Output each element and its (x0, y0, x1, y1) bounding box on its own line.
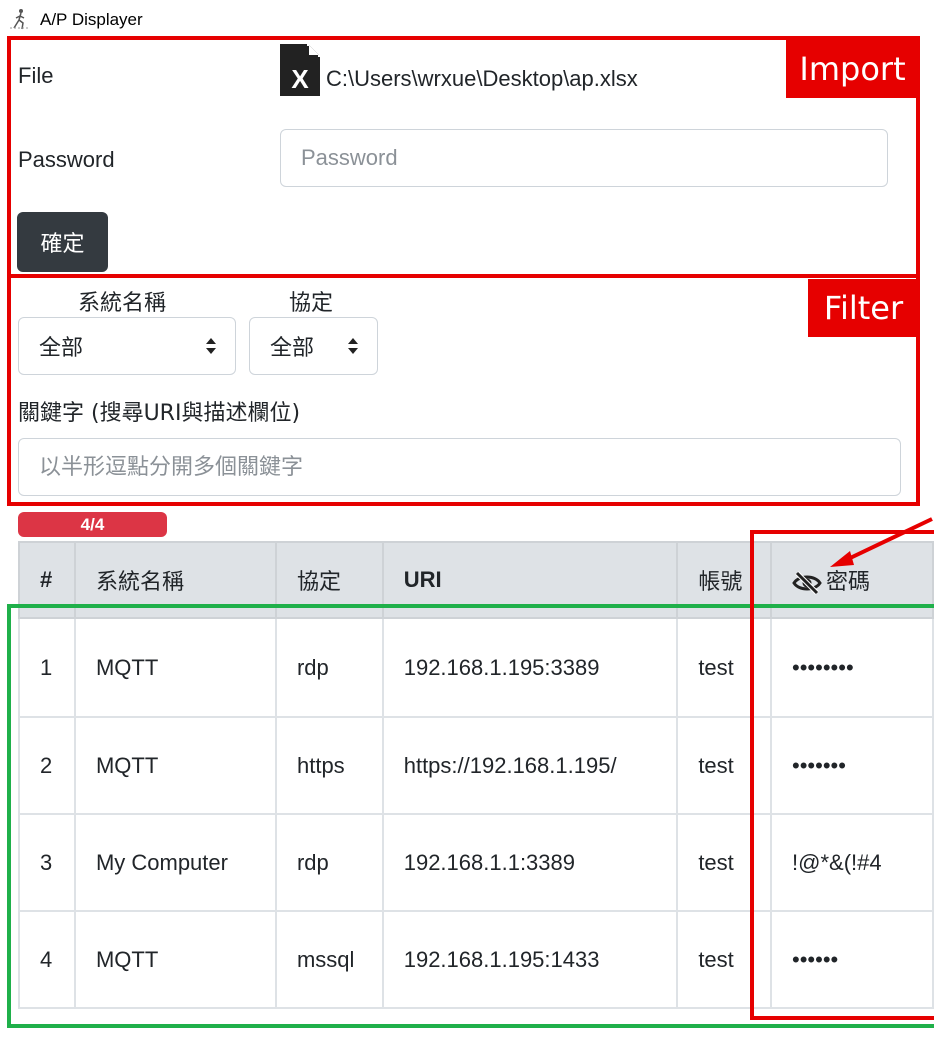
result-count-badge: 4/4 (18, 512, 167, 537)
filter-annotation-frame (7, 274, 920, 506)
filter-annotation-tag: Filter (808, 279, 919, 337)
arrow-icon (830, 517, 933, 567)
import-annotation-frame (7, 36, 920, 278)
app-icon (10, 9, 28, 30)
window-title: A/P Displayer (40, 10, 143, 29)
password-annotation-frame (750, 530, 934, 1020)
import-annotation-tag: Import (786, 40, 919, 98)
